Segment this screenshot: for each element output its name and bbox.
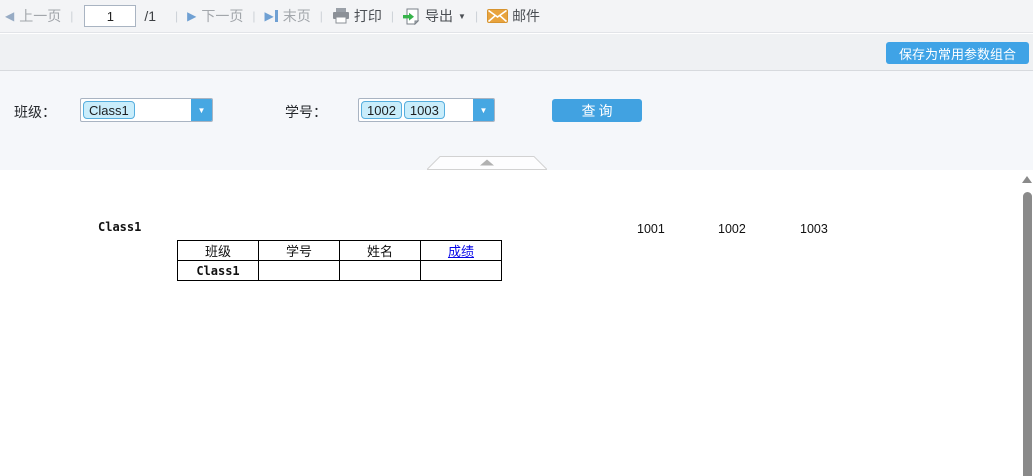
report-content: Class1 班级 学号 姓名 成绩 Class1 1001 1002 1003 [0,170,1033,476]
header-student-id: 学号 [258,240,340,261]
report-table: 班级 学号 姓名 成绩 Class1 [177,240,502,281]
student-id-value: 1003 [800,222,828,236]
printer-icon [332,8,350,24]
table-row: Class1 [177,260,502,281]
toolbar-divider: | [390,9,395,23]
save-parameter-combo-button[interactable]: 保存为常用参数组合 [886,42,1029,64]
last-page-label: 末页 [282,8,311,24]
student-id-tag: 1003 [403,101,445,119]
report-viewer-page: ◀ 上一页 | /1 | ▶ 下一页 | ▶ 末页 | [0,0,1033,476]
cell-class: Class1 [177,260,259,281]
next-page-icon: ▶ [187,9,197,23]
cell-score [420,260,502,281]
toolbar-divider: | [474,9,479,23]
parameter-actions-row: 保存为常用参数组合 [0,34,1033,71]
export-button[interactable]: 导出 ▼ [403,6,466,26]
export-label: 导出 [425,8,454,24]
vertical-scrollbar-thumb[interactable] [1023,192,1032,476]
print-button[interactable]: 打印 [332,6,382,26]
total-pages-label: /1 [144,8,157,24]
last-page-icon: ▶ [265,9,278,23]
scrollbar-up-arrow-icon[interactable] [1022,176,1032,183]
header-class: 班级 [177,240,259,261]
student-id-dropdown-button[interactable]: ▼ [473,99,494,121]
down-caret-icon: ▼ [197,105,206,115]
pagination-toolbar: ◀ 上一页 | /1 | ▶ 下一页 | ▶ 末页 | [0,0,1033,33]
report-class-text: Class1 [98,220,142,234]
page-number-input[interactable] [84,5,137,27]
student-id-value: 1002 [718,222,746,236]
prev-page-icon: ◀ [5,9,15,23]
header-name: 姓名 [339,240,421,261]
collapse-panel-handle[interactable] [425,156,549,170]
down-caret-icon: ▼ [479,105,488,115]
parameter-panel: 班级： Class1 ▼ 学号： 1002 1003 ▼ 查询 [0,71,1033,170]
table-header-row: 班级 学号 姓名 成绩 [177,240,502,261]
toolbar-divider: | [252,9,256,23]
class-dropdown-button[interactable]: ▼ [191,99,212,121]
prev-page-label: 上一页 [19,8,62,24]
class-combobox[interactable]: Class1 ▼ [80,98,213,122]
header-score-link[interactable]: 成绩 [448,244,474,259]
toolbar-divider: | [319,9,323,23]
class-tag: Class1 [83,101,135,119]
cell-student-id [258,260,340,281]
last-page-button[interactable]: ▶ 末页 [265,6,311,26]
student-id-value: 1001 [637,222,665,236]
print-label: 打印 [353,8,382,24]
student-id-combobox[interactable]: 1002 1003 ▼ [358,98,495,122]
student-id-tag: 1002 [361,101,402,119]
export-icon [403,8,421,25]
cell-name [339,260,421,281]
mail-label: 邮件 [512,8,541,24]
query-button[interactable]: 查询 [552,99,642,122]
next-page-button[interactable]: ▶ 下一页 [187,6,243,26]
class-param-label: 班级： [14,104,56,120]
mail-button[interactable]: 邮件 [487,6,540,26]
prev-page-button[interactable]: ◀ 上一页 [5,6,61,26]
next-page-label: 下一页 [201,8,244,24]
toolbar-divider: | [70,9,74,23]
mail-icon [487,9,509,23]
student-id-param-label: 学号： [285,104,327,120]
toolbar-divider: | [175,9,179,23]
export-dropdown-caret-icon: ▼ [458,11,466,21]
